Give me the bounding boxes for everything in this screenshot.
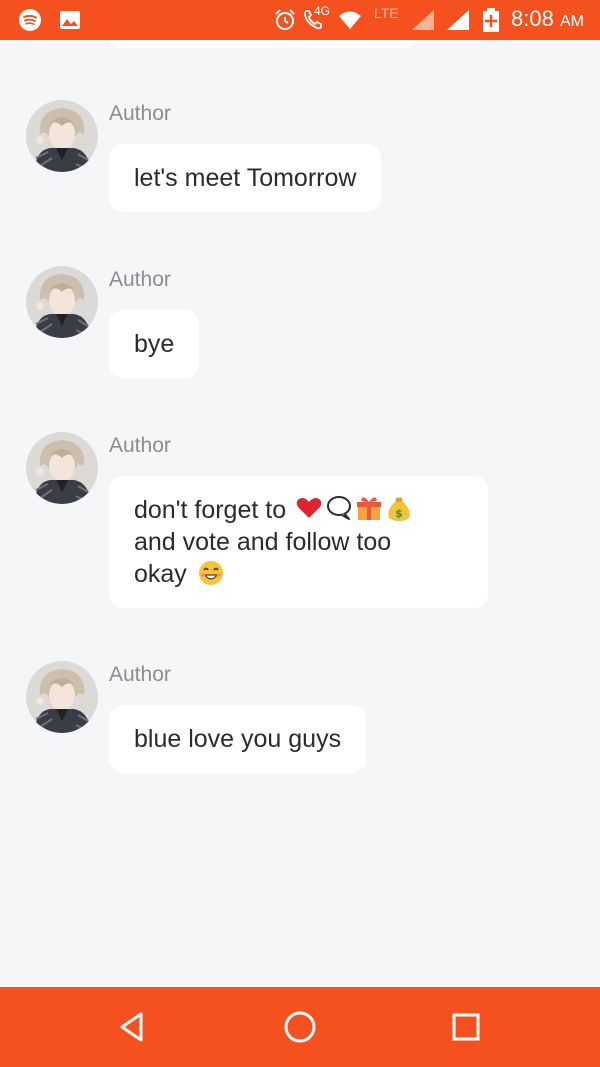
spotify-icon [18, 8, 42, 32]
heart-emoji [295, 494, 323, 522]
clock-time: 8:08 [511, 6, 554, 31]
message-bubble[interactable]: don't forget to $ and vote and follow to… [109, 476, 488, 608]
clock-ampm: AM [559, 13, 584, 30]
message-text: blue love you guys [134, 725, 342, 753]
money-bag-emoji: $ [385, 494, 413, 522]
gallery-icon [58, 8, 82, 32]
back-triangle-icon [120, 1012, 143, 1042]
smiling-face-emoji [196, 558, 224, 586]
message-bubble[interactable]: blue love you guys [109, 705, 367, 773]
svg-text:$: $ [395, 507, 403, 520]
message-text: don't forget to [134, 496, 294, 524]
recents-square-icon [452, 1013, 480, 1041]
author-avatar[interactable] [26, 100, 98, 172]
message-text: bye [134, 330, 175, 358]
lte-label: LTE [374, 5, 399, 21]
author-name: Author [109, 663, 171, 686]
chat-area[interactable]: Author let's meet Tomorrow Author bye Au… [0, 40, 600, 986]
recents-button[interactable] [446, 1007, 486, 1047]
speech-bubble-emoji [325, 494, 353, 522]
gift-emoji [355, 494, 383, 522]
author-avatar[interactable] [26, 661, 98, 733]
network-type-label: 4G [314, 4, 331, 18]
author-name: Author [109, 102, 171, 125]
wifi-icon [338, 8, 362, 32]
alarm-icon [273, 8, 297, 32]
author-avatar[interactable] [26, 432, 98, 504]
battery-charging-icon [481, 8, 501, 32]
home-circle-icon [284, 1011, 316, 1043]
back-button[interactable] [113, 1007, 153, 1047]
message-text: let's meet Tomorrow [134, 164, 357, 192]
status-bar: 4G LTE 8:08 AM [0, 0, 600, 40]
message-bubble[interactable]: let's meet Tomorrow [109, 144, 382, 212]
signal-icon [410, 8, 436, 32]
message-text-continued: and vote and follow too okay [134, 528, 392, 588]
clock: 8:08 AM [511, 6, 584, 32]
author-avatar[interactable] [26, 266, 98, 338]
message-bubble[interactable]: bye [109, 310, 200, 378]
author-name: Author [109, 434, 171, 457]
navigation-bar [0, 987, 600, 1067]
signal-icon [445, 8, 471, 32]
home-button[interactable] [280, 1007, 320, 1047]
previous-message-bubble [109, 40, 417, 48]
author-name: Author [109, 268, 171, 291]
